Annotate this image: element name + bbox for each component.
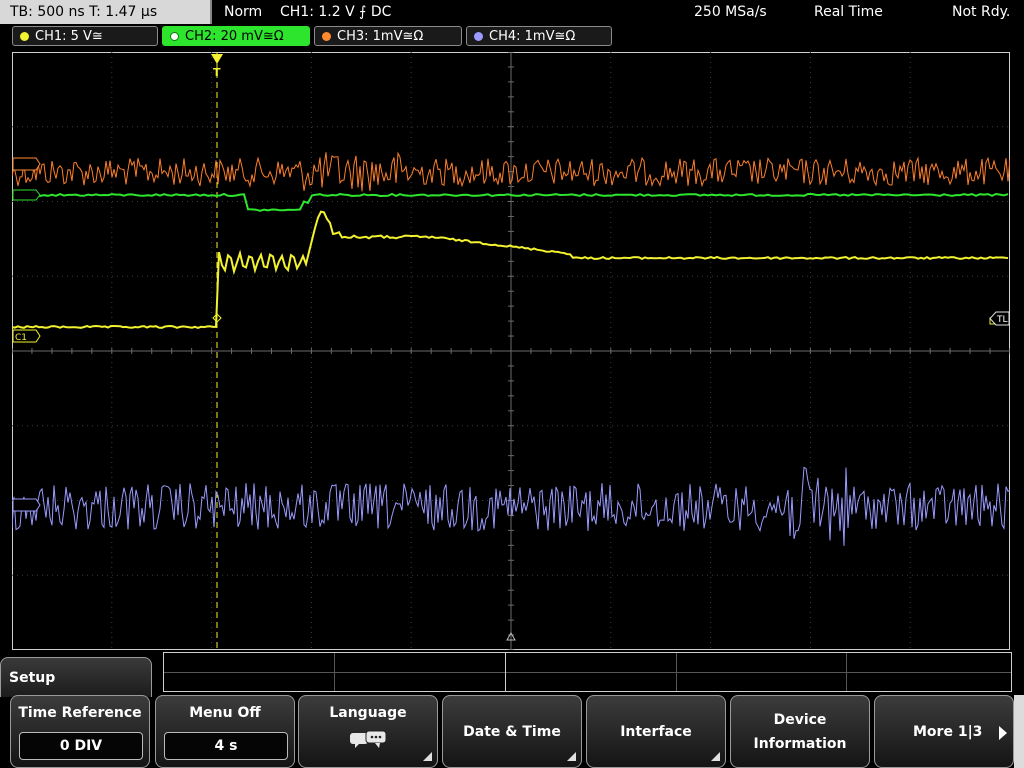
menu-off-label: Menu Off xyxy=(189,705,261,721)
interface-label: Interface xyxy=(620,724,692,740)
channel-tab-label: CH4: 1mV≅Ω xyxy=(489,29,576,44)
ch2-offset-marker xyxy=(12,189,41,201)
ch1-dot-icon xyxy=(20,32,29,41)
waveform-display[interactable]: T C1 TL xyxy=(12,52,1010,650)
interface-button[interactable]: Interface xyxy=(586,695,726,768)
language-button[interactable]: Language xyxy=(298,695,438,768)
sample-rate: 250 MSa/s xyxy=(694,4,767,20)
channel-tab-label: CH2: 20 mV≅Ω xyxy=(185,29,284,44)
ch1-marker-label: C1 xyxy=(15,333,27,343)
device-information-line2: Information xyxy=(753,736,847,752)
trigger-t-icon: T xyxy=(213,66,221,79)
submenu-corner-icon xyxy=(711,752,720,761)
menu-off-button[interactable]: Menu Off 4 s xyxy=(155,695,295,768)
channel-tabs: CH1: 5 V≅ CH2: 20 mV≅Ω CH3: 1mV≅Ω CH4: 1… xyxy=(0,26,1024,48)
trigger-status: Not Rdy. xyxy=(952,4,1011,20)
more-button[interactable]: More 1|3 xyxy=(874,695,1014,768)
trigger-mode[interactable]: Norm xyxy=(224,0,262,24)
device-information-line1: Device xyxy=(773,712,827,728)
arrow-right-icon xyxy=(999,726,1007,740)
ch4-offset-marker xyxy=(12,498,41,512)
ch3-dot-icon xyxy=(322,32,331,41)
device-information-button[interactable]: Device Information xyxy=(730,695,870,768)
softkey-edge xyxy=(1014,695,1024,768)
channel-tab-ch2[interactable]: CH2: 20 mV≅Ω xyxy=(162,26,310,46)
trigger-level-label: TL xyxy=(996,315,1008,325)
language-label: Language xyxy=(329,705,407,721)
submenu-corner-icon xyxy=(567,752,576,761)
channel-tab-label: CH1: 5 V≅ xyxy=(35,29,103,44)
speech-bubbles-icon xyxy=(350,730,387,748)
ch3-offset-marker xyxy=(12,157,41,171)
menu-title: Setup xyxy=(0,657,152,697)
acquisition-mode[interactable]: Real Time xyxy=(814,0,883,24)
softkey-bar: Time Reference 0 DIV Menu Off 4 s Langua… xyxy=(0,695,1024,768)
more-label: More 1|3 xyxy=(913,724,983,740)
menu-off-value: 4 s xyxy=(164,732,288,760)
ch2-dot-icon xyxy=(170,32,179,41)
date-time-button[interactable]: Date & Time xyxy=(442,695,582,768)
channel-tab-ch4[interactable]: CH4: 1mV≅Ω xyxy=(466,26,612,46)
time-reference-value: 0 DIV xyxy=(19,732,143,760)
ch4-dot-icon xyxy=(474,32,483,41)
date-time-label: Date & Time xyxy=(463,724,561,740)
time-reference-button[interactable]: Time Reference 0 DIV xyxy=(10,695,150,768)
channel-tab-ch3[interactable]: CH3: 1mV≅Ω xyxy=(314,26,462,46)
time-reference-label: Time Reference xyxy=(18,705,142,721)
submenu-corner-icon xyxy=(423,752,432,761)
channel-tab-ch1[interactable]: CH1: 5 V≅ xyxy=(12,26,158,46)
trigger-readout[interactable]: CH1: 1.2 V ⨍ DC xyxy=(280,0,391,24)
status-bar: TB: 500 ns T: 1.47 µs Norm CH1: 1.2 V ⨍ … xyxy=(0,0,1024,24)
info-strip xyxy=(163,652,1012,692)
channel-tab-label: CH3: 1mV≅Ω xyxy=(337,29,424,44)
timebase-readout[interactable]: TB: 500 ns T: 1.47 µs xyxy=(0,0,212,24)
